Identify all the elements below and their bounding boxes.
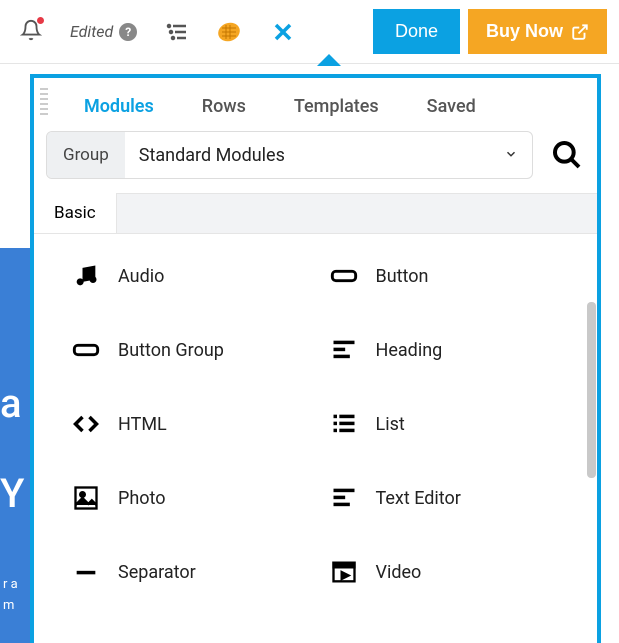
external-link-icon — [571, 23, 589, 41]
module-group-select[interactable]: Group Standard Modules — [46, 131, 533, 179]
module-label: Heading — [376, 340, 443, 361]
modules-scroll[interactable]: Audio Button Button Group Heading HTML L… — [34, 234, 597, 643]
module-video[interactable]: Video — [330, 558, 582, 586]
topbar: Edited ? Done Buy Now — [0, 0, 619, 64]
module-separator[interactable]: Separator — [72, 558, 324, 586]
bg-hero-subtext: r am — [3, 575, 30, 617]
category-spacer — [117, 193, 597, 233]
notification-dot — [37, 17, 44, 24]
waffle-icon[interactable] — [217, 20, 241, 44]
module-label: Button — [376, 266, 429, 287]
tab-saved[interactable]: Saved — [427, 96, 476, 117]
button-group-icon — [72, 336, 100, 364]
outline-icon[interactable] — [165, 20, 189, 44]
module-button[interactable]: Button — [330, 262, 582, 290]
bg-hero-text2: Y — [0, 470, 30, 517]
filter-row: Group Standard Modules — [34, 131, 597, 193]
module-label: Text Editor — [376, 488, 461, 509]
content-panel: Modules Rows Templates Saved Group Stand… — [30, 74, 601, 643]
group-label: Group — [47, 132, 125, 178]
module-text-editor[interactable]: Text Editor — [330, 484, 582, 512]
list-icon — [330, 410, 358, 438]
html-icon — [72, 410, 100, 438]
module-label: List — [376, 414, 405, 435]
group-selected: Standard Modules — [125, 132, 490, 178]
photo-icon — [72, 484, 100, 512]
tab-rows[interactable]: Rows — [202, 96, 246, 117]
buy-now-label: Buy Now — [486, 21, 563, 42]
module-button-group[interactable]: Button Group — [72, 336, 324, 364]
drag-handle[interactable] — [38, 82, 50, 120]
button-icon — [330, 262, 358, 290]
heading-icon — [330, 336, 358, 364]
tab-modules[interactable]: Modules — [84, 96, 154, 117]
module-label: Separator — [118, 562, 196, 583]
module-heading[interactable]: Heading — [330, 336, 582, 364]
module-label: Video — [376, 562, 422, 583]
module-audio[interactable]: Audio — [72, 262, 324, 290]
module-label: Photo — [118, 488, 166, 509]
panel-tabs: Modules Rows Templates Saved — [34, 78, 597, 131]
separator-icon — [72, 558, 100, 586]
scrollbar-thumb[interactable] — [587, 302, 596, 478]
module-label: Audio — [118, 266, 164, 287]
edited-status[interactable]: Edited ? — [70, 22, 137, 41]
search-button[interactable] — [551, 139, 583, 171]
category-row: Basic — [34, 193, 597, 234]
buy-now-button[interactable]: Buy Now — [468, 9, 607, 54]
category-basic[interactable]: Basic — [34, 193, 117, 233]
done-button[interactable]: Done — [373, 9, 460, 54]
module-label: HTML — [118, 414, 167, 435]
panel-arrow — [317, 54, 341, 66]
module-list[interactable]: List — [330, 410, 582, 438]
help-icon: ? — [119, 23, 137, 41]
audio-icon — [72, 262, 100, 290]
module-label: Button Group — [118, 340, 224, 361]
module-html[interactable]: HTML — [72, 410, 324, 438]
bg-hero-text: a — [0, 380, 30, 427]
text-editor-icon — [330, 484, 358, 512]
edited-label: Edited — [70, 22, 113, 41]
notifications-button[interactable] — [20, 19, 42, 45]
tab-templates[interactable]: Templates — [294, 96, 379, 117]
chevron-down-icon — [490, 146, 532, 165]
module-photo[interactable]: Photo — [72, 484, 324, 512]
close-icon[interactable] — [269, 18, 297, 46]
video-icon — [330, 558, 358, 586]
